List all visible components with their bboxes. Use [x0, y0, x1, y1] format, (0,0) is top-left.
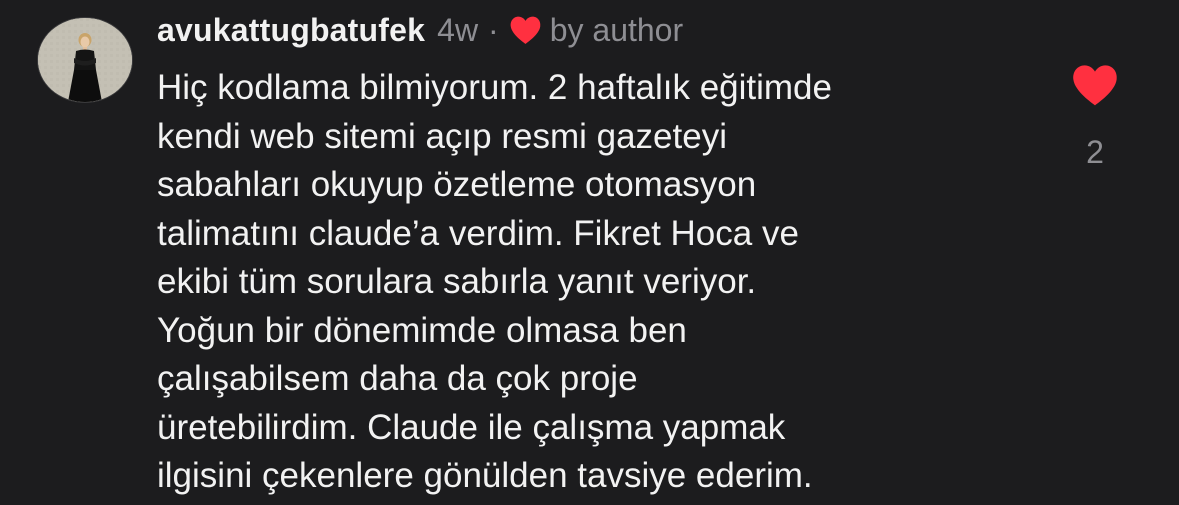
- avatar-image: [38, 18, 132, 102]
- comment: avukattugbatufek 4w · by author Hiç kodl…: [0, 0, 1179, 505]
- liked-by-author-label: by author: [549, 11, 684, 48]
- like-count[interactable]: 2: [1060, 134, 1130, 171]
- comment-header: avukattugbatufek 4w · by author: [157, 10, 683, 50]
- heart-icon: [509, 15, 542, 45]
- heart-icon: [1073, 65, 1117, 106]
- comment-text: Hiç kodlama bilmiyorum. 2 haftalık eğiti…: [157, 68, 832, 495]
- avatar[interactable]: [37, 17, 133, 103]
- comment-age: 4w: [437, 11, 479, 48]
- separator-dot: ·: [488, 11, 499, 48]
- like-button[interactable]: [1071, 62, 1119, 108]
- username-link[interactable]: avukattugbatufek: [157, 12, 425, 49]
